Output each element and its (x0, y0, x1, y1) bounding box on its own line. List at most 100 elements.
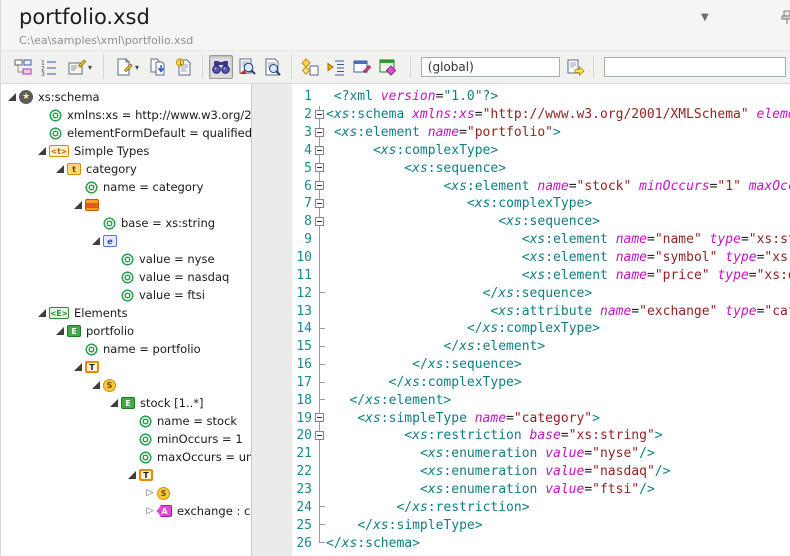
pin-icon[interactable] (780, 9, 790, 25)
fold-margin (314, 374, 326, 392)
code-text: <xs:schema xmlns:xs="http://www.w3.org/2… (326, 107, 790, 122)
save-copy-button[interactable] (146, 55, 170, 79)
document-dropdown-icon[interactable]: ▼ (701, 12, 709, 23)
tree-row[interactable]: name = stock (1, 412, 251, 430)
tree-row[interactable]: tcategory (1, 160, 251, 178)
schema-tree-panel[interactable]: ★xs:schema xmlns:xs = http://www.w3.org/2… (1, 84, 252, 556)
fold-toggle-icon[interactable] (315, 181, 324, 190)
tree-row[interactable]: ▷S (1, 484, 251, 502)
line-number: 25 (292, 518, 314, 533)
tree-row[interactable]: Eportfolio (1, 322, 251, 340)
search-document-button[interactable] (261, 55, 285, 79)
search-input[interactable] (604, 57, 786, 77)
fold-toggle-icon[interactable] (315, 163, 324, 172)
collapsed-arrow-icon[interactable]: ▷ (143, 489, 157, 497)
fold-margin (314, 516, 326, 534)
fold-toggle-icon[interactable] (315, 431, 324, 440)
tree-row[interactable]: base = xs:string (1, 214, 251, 232)
fold-margin (314, 427, 326, 445)
expanded-arrow-icon[interactable] (71, 363, 85, 371)
main-panels: ★xs:schema xmlns:xs = http://www.w3.org/2… (1, 84, 790, 556)
attr-icon (49, 109, 62, 122)
tree-label: xmlns:xs = http://www.w3.org/2001/X (67, 108, 252, 122)
tree-label: base = xs:string (121, 216, 215, 230)
fold-margin (314, 284, 326, 302)
tree-row[interactable]: name = portfolio (1, 340, 251, 358)
fold-toggle-icon[interactable] (315, 217, 324, 226)
expanded-arrow-icon[interactable] (35, 147, 49, 155)
tree-row[interactable]: T (1, 466, 251, 484)
tree-row[interactable]: <t>Simple Types (1, 142, 251, 160)
expanded-arrow-icon[interactable] (89, 237, 103, 245)
window-edit-icon (353, 58, 371, 76)
code-editor[interactable]: 1<?xml version="1.0"?>2<xs:schema xmlns:… (292, 84, 790, 556)
tree-row[interactable]: minOccurs = 1 (1, 430, 251, 448)
scope-dropdown[interactable]: (global) (421, 57, 561, 77)
find-error-button[interactable] (235, 55, 259, 79)
tree-row[interactable]: <E> Elements (1, 304, 251, 322)
collapsed-arrow-icon[interactable]: ▷ (143, 507, 157, 515)
code-text: <xs:element name="stock" minOccurs="1" m… (326, 179, 790, 194)
attribute-icon: A (157, 505, 172, 517)
tree-row[interactable]: value = ftsi (1, 286, 251, 304)
fold-toggle-icon[interactable] (315, 146, 324, 155)
expanded-arrow-icon[interactable] (35, 309, 49, 317)
expanded-arrow-icon[interactable] (125, 471, 139, 479)
fold-toggle-icon[interactable] (315, 110, 324, 119)
goto-button[interactable] (324, 55, 348, 79)
expanded-arrow-icon[interactable] (53, 165, 67, 173)
edit-document-button[interactable]: ▾ (110, 55, 144, 79)
generate-sample-button[interactable] (376, 55, 400, 79)
attr-icon (121, 271, 134, 284)
find-button[interactable] (209, 55, 233, 79)
copy-document-icon (149, 58, 167, 76)
line-number: 22 (292, 464, 314, 479)
tree-row[interactable]: name = category (1, 178, 251, 196)
dropdown-caret-icon[interactable]: ▾ (135, 63, 139, 72)
tree-row[interactable]: ▷Aexchange : c (1, 502, 251, 520)
go-button[interactable] (564, 55, 588, 79)
line-number: 20 (292, 428, 314, 443)
line-number: 1 (292, 89, 314, 104)
expanded-arrow-icon[interactable] (71, 201, 85, 209)
fold-toggle-icon[interactable] (315, 128, 324, 137)
tree-row[interactable]: T (1, 358, 251, 376)
tree-row[interactable]: e (1, 232, 251, 250)
tree-row[interactable]: value = nyse (1, 250, 251, 268)
tree-row[interactable]: S (1, 376, 251, 394)
elements-group-icon: <E> (49, 307, 69, 319)
schema-view-button[interactable] (11, 55, 35, 79)
document-info-button[interactable]: 1 (172, 55, 196, 79)
fold-toggle-icon[interactable] (315, 413, 324, 422)
fold-toggle-icon[interactable] (315, 199, 324, 208)
window-edit-button[interactable] (350, 55, 374, 79)
code-line: 25</xs:simpleType> (292, 516, 790, 534)
tree-row[interactable]: value = nasdaq (1, 268, 251, 286)
code-text: <xs:enumeration value="ftsi"/> (326, 482, 655, 497)
goto-icon (327, 58, 345, 76)
tree-row[interactable]: xmlns:xs = http://www.w3.org/2001/X (1, 106, 251, 124)
expanded-arrow-icon[interactable] (5, 93, 19, 101)
find-error-icon (238, 58, 256, 76)
numbered-view-button[interactable]: 123 (37, 55, 61, 79)
tree-row[interactable] (1, 196, 251, 214)
fold-margin (314, 88, 326, 106)
dropdown-caret-icon[interactable]: ▾ (88, 63, 92, 72)
tree-row[interactable]: ★xs:schema (1, 88, 251, 106)
expanded-arrow-icon[interactable] (107, 399, 121, 407)
line-number: 26 (292, 536, 314, 551)
tree-label: Elements (74, 306, 128, 320)
schema-icon: ★ (19, 90, 33, 104)
tree-row[interactable]: Estock [1..*] (1, 394, 251, 412)
tree-row[interactable]: elementFormDefault = qualified (1, 124, 251, 142)
expanded-arrow-icon[interactable] (89, 381, 103, 389)
transform-button[interactable] (298, 55, 322, 79)
attr-icon (103, 217, 116, 230)
panel-splitter[interactable] (252, 84, 292, 556)
expanded-arrow-icon[interactable] (53, 327, 67, 335)
tree-label: exchange : c (177, 504, 250, 518)
tree-label: elementFormDefault = qualified (67, 126, 252, 140)
properties-button[interactable]: ▾ (63, 55, 97, 79)
tree-row[interactable]: maxOccurs = unl (1, 448, 251, 466)
code-line: 13<xs:attribute name="exchange" type="ca… (292, 302, 790, 320)
